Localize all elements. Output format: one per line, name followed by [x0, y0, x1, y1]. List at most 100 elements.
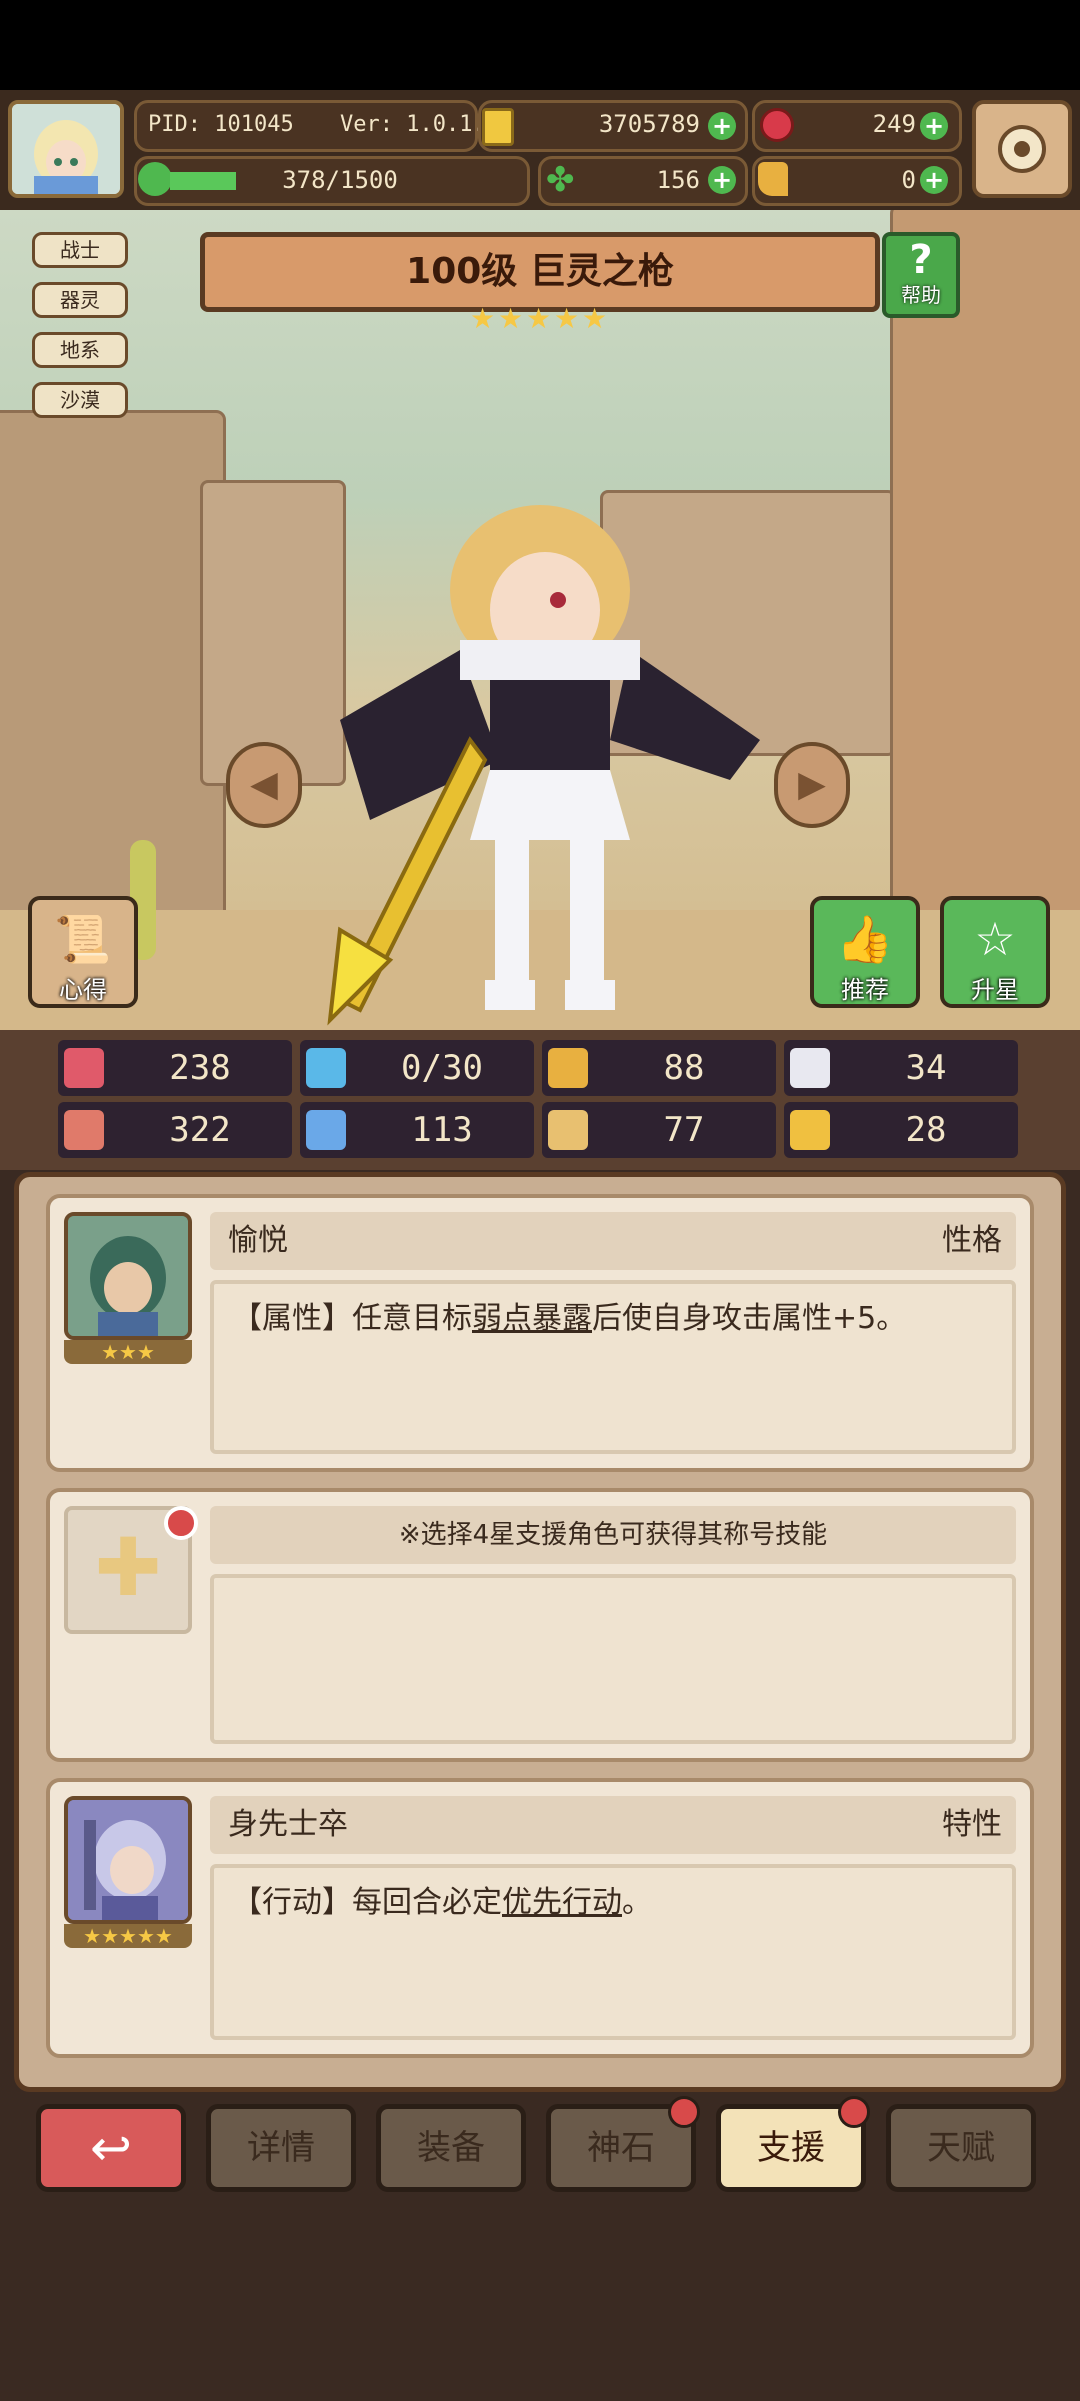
tab-equipment-label: 装备	[417, 2128, 485, 2168]
tab-godstone-label: 神石	[587, 2128, 655, 2168]
stat-value: 88	[663, 1048, 705, 1088]
notes-icon: 📜	[54, 912, 112, 966]
support-stars-1: ★★★	[64, 1340, 192, 1364]
rock-left	[0, 410, 226, 936]
stat-box: 322	[58, 1102, 292, 1158]
stat-box: 113	[300, 1102, 534, 1158]
stamina-icon	[138, 162, 172, 196]
class-tag: 战士	[32, 232, 128, 268]
tab-details[interactable]: 详情	[206, 2104, 356, 2192]
support-portrait-1[interactable]	[64, 1212, 192, 1340]
chevron-right-icon: ▶	[798, 764, 826, 805]
card-description: 【属性】任意目标弱点暴露后使自身攻击属性+5。	[210, 1280, 1016, 1454]
boot-icon	[548, 1110, 588, 1150]
version-text: Ver: 1.0.1.3	[340, 112, 499, 137]
card-name: 身先士卒	[228, 1807, 348, 1842]
personality-card: ★★★ 愉悦 性格 【属性】任意目标弱点暴露后使自身攻击属性+5。	[46, 1194, 1034, 1472]
upgrade-star-button[interactable]: ☆ 升星	[940, 896, 1050, 1008]
heart-icon	[64, 1048, 104, 1088]
back-arrow-icon: ↩	[90, 2119, 132, 2177]
tab-talent-label: 天赋	[927, 2128, 995, 2168]
card-type: 特性	[942, 1807, 1002, 1842]
star-icon: ★	[554, 302, 580, 335]
stat-box: 77	[542, 1102, 776, 1158]
star-icon: ★	[582, 302, 608, 335]
gem-amount: 249	[872, 110, 916, 138]
clover-icon: ✤	[546, 160, 575, 200]
type-tag: 器灵	[32, 282, 128, 318]
red-gem-icon	[760, 108, 794, 142]
keyword-link[interactable]: 优先行动	[502, 1885, 622, 1920]
tab-equipment[interactable]: 装备	[376, 2104, 526, 2192]
book-icon	[306, 1110, 346, 1150]
add-key-icon[interactable]: +	[920, 166, 948, 194]
tab-talent[interactable]: 天赋	[886, 2104, 1036, 2192]
upgrade-label: 升星	[971, 976, 1019, 1004]
star-icon: ★	[498, 302, 524, 335]
clover-amount: 156	[656, 166, 700, 194]
star-icon: ★	[526, 302, 552, 335]
card-name: 愉悦	[228, 1223, 288, 1258]
help-button[interactable]: ? 帮助	[882, 232, 960, 318]
stat-value: 34	[905, 1048, 947, 1088]
add-gold-icon[interactable]: +	[708, 112, 736, 140]
stat-box: 34	[784, 1040, 1018, 1096]
trait-card: ★★★★★ 身先士卒 特性 【行动】每回合必定优先行动。	[46, 1778, 1034, 2058]
add-clover-icon[interactable]: +	[708, 166, 736, 194]
star-upgrade-icon: ☆	[974, 912, 1016, 966]
settings-button[interactable]	[972, 100, 1072, 198]
support-hint: ※选择4星支援角色可获得其称号技能	[210, 1506, 1016, 1564]
gold-amount: 3705789	[598, 110, 700, 138]
stat-value: 238	[169, 1048, 231, 1088]
add-gem-icon[interactable]: +	[920, 112, 948, 140]
support-notification-dot	[838, 2096, 870, 2128]
wing-icon	[790, 1048, 830, 1088]
notes-label: 心得	[59, 976, 107, 1004]
notes-button[interactable]: 📜 心得	[28, 896, 138, 1008]
rock-right	[890, 210, 1080, 966]
card-description-empty	[210, 1574, 1016, 1744]
card-header: 愉悦 性格	[210, 1212, 1016, 1270]
gold-coin-icon	[482, 108, 514, 146]
support-stars-3: ★★★★★	[64, 1924, 192, 1948]
horseshoe-icon	[790, 1110, 830, 1150]
description-text: 。	[622, 1885, 652, 1920]
notification-dot	[164, 1506, 198, 1540]
player-avatar[interactable]	[8, 100, 124, 198]
key-amount: 0	[901, 166, 916, 194]
stat-value: 77	[663, 1110, 705, 1150]
keyword-link[interactable]: 弱点暴露	[472, 1301, 592, 1336]
status-bar	[0, 0, 1080, 90]
recommend-button[interactable]: 👍 推荐	[810, 896, 920, 1008]
card-header: 身先士卒 特性	[210, 1796, 1016, 1854]
tab-support-label: 支援	[757, 2128, 825, 2168]
gear-icon	[998, 125, 1046, 173]
region-tag: 沙漠	[32, 382, 128, 418]
fist-icon	[64, 1110, 104, 1150]
hero-title-banner: 100级 巨灵之枪	[200, 232, 880, 312]
stat-box: 0/30	[300, 1040, 534, 1096]
thumbs-up-icon: 👍	[836, 912, 894, 966]
spear-weapon	[327, 736, 488, 1026]
next-hero-button[interactable]: ▶	[774, 742, 850, 828]
previous-hero-button[interactable]: ◀	[226, 742, 302, 828]
description-text: 后使自身攻击属性+5。	[592, 1301, 907, 1336]
card-description: 【行动】每回合必定优先行动。	[210, 1864, 1016, 2040]
back-button[interactable]: ↩	[36, 2104, 186, 2192]
stamina-fill	[170, 172, 236, 190]
description-text: 【行动】每回合必定	[232, 1885, 502, 1920]
stat-value: 28	[905, 1110, 947, 1150]
star-icon: ★	[470, 302, 496, 335]
key-icon	[758, 162, 788, 196]
support-portrait-3[interactable]	[64, 1796, 192, 1924]
stat-value: 322	[169, 1110, 231, 1150]
hero-stars: ★ ★ ★ ★ ★	[470, 302, 610, 336]
plus-icon: ✚	[94, 1521, 162, 1614]
stat-box: 88	[542, 1040, 776, 1096]
description-text: 【属性】任意目标	[232, 1301, 472, 1336]
recommend-label: 推荐	[841, 976, 889, 1004]
shield-icon	[548, 1048, 588, 1088]
stat-value: 0/30	[401, 1048, 483, 1088]
stamina-text: 378/1500	[282, 166, 398, 194]
stat-box: 238	[58, 1040, 292, 1096]
